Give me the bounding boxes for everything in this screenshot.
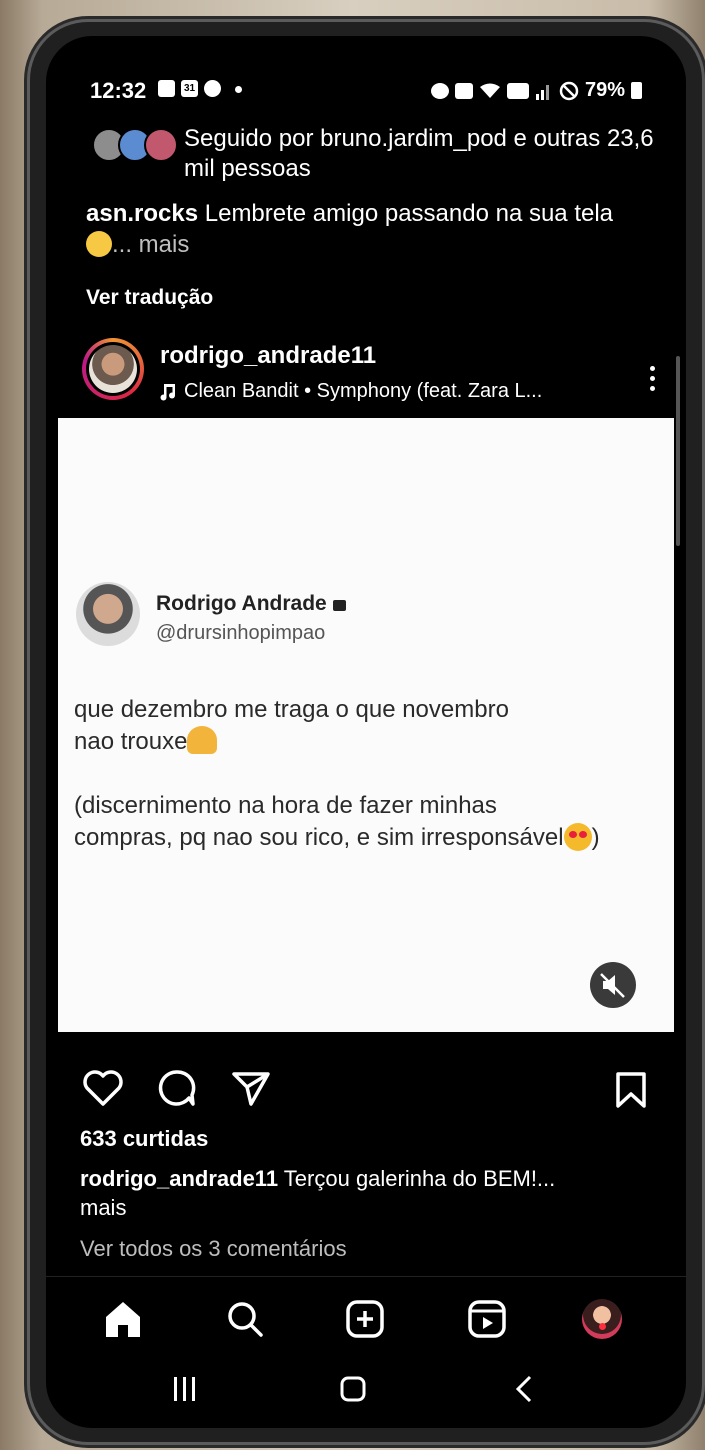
profile-avatar[interactable] <box>582 1299 622 1339</box>
status-notification-icons: 31 <box>158 80 242 97</box>
heart-icon[interactable] <box>82 1068 124 1108</box>
followers-preview[interactable] <box>92 124 178 164</box>
follower-avatar <box>144 128 178 162</box>
system-navigation-bar <box>46 1362 686 1428</box>
volte-icon <box>506 82 529 99</box>
home-button[interactable] <box>338 1374 368 1404</box>
caption-author[interactable]: rodrigo_andrade11 <box>80 1166 278 1191</box>
calendar-icon: 31 <box>181 80 198 97</box>
post-actions <box>82 1068 272 1108</box>
previous-post-caption: asn.rocks Lembrete amigo passando na sua… <box>86 198 676 260</box>
do-not-disturb-icon <box>559 81 579 100</box>
post-music-link[interactable]: Clean Bandit • Symphony (feat. Zara L... <box>160 380 542 403</box>
music-title: Clean Bandit • Symphony (feat. Zara L... <box>184 380 543 402</box>
share-icon[interactable] <box>230 1068 272 1108</box>
likes-count[interactable]: 633 curtidas <box>80 1126 208 1152</box>
speaker-muted-icon <box>600 973 625 998</box>
battery-icon <box>631 82 642 99</box>
praying-hands-emoji-icon <box>187 726 218 754</box>
post-options-icon[interactable] <box>650 366 656 391</box>
recents-button[interactable] <box>170 1374 200 1404</box>
wifi-icon <box>479 83 500 98</box>
reels-icon[interactable] <box>466 1299 508 1339</box>
gallery-icon <box>158 80 175 97</box>
see-translation-link[interactable]: Ver tradução <box>86 286 213 310</box>
tweet-author-avatar <box>76 582 140 646</box>
tweet-text: que dezembro me traga o que novembro nao… <box>74 696 600 851</box>
notification-dot <box>599 1323 606 1330</box>
more-notifications-dot <box>235 86 242 93</box>
status-system-icons: 79% <box>430 79 642 102</box>
create-icon[interactable] <box>344 1299 386 1339</box>
bottom-navigation <box>46 1276 686 1347</box>
app-notification-icon <box>204 80 221 97</box>
grin-emoji-icon <box>86 231 112 257</box>
mute-icon <box>454 82 473 99</box>
followed-by-text[interactable]: Seguido por bruno.jardim_pod e outras 23… <box>184 124 664 184</box>
tweet-author-name: Rodrigo Andrade <box>156 592 346 616</box>
alarm-icon <box>430 82 449 99</box>
signal-icon <box>535 84 549 100</box>
caption-username[interactable]: asn.rocks <box>86 200 198 227</box>
view-comments-link[interactable]: Ver todos os 3 comentários <box>80 1236 347 1262</box>
caption-more-link[interactable]: ... mais <box>112 231 189 258</box>
post-caption: rodrigo_andrade11 Terçou galerinha do BE… <box>80 1164 640 1222</box>
back-button[interactable] <box>510 1374 540 1404</box>
app-screen: 12:32 31 79% Seguido por bruno.jardim_po… <box>46 36 686 1428</box>
follower-avatars <box>92 128 178 164</box>
lock-icon <box>332 600 346 611</box>
post-author-avatar[interactable] <box>82 338 144 400</box>
post-media[interactable]: Rodrigo Andrade @drursinhopimpao que dez… <box>58 418 674 1032</box>
caption-text: Lembrete amigo passando na sua tela <box>198 200 614 227</box>
bookmark-icon[interactable] <box>614 1070 648 1110</box>
caption-more-button[interactable]: mais <box>80 1195 126 1220</box>
tweet-author-handle: @drursinhopimpao <box>156 622 326 644</box>
phone-frame: 12:32 31 79% Seguido por bruno.jardim_po… <box>30 22 702 1442</box>
comment-icon[interactable] <box>156 1068 198 1108</box>
heart-eyes-emoji-icon <box>563 823 592 851</box>
status-time: 12:32 <box>90 78 147 103</box>
audio-muted-button[interactable] <box>590 962 636 1008</box>
caption-body: Terçou galerinha do BEM!... <box>278 1166 556 1191</box>
status-bar: 12:32 31 79% <box>46 36 686 136</box>
music-note-icon <box>160 383 175 400</box>
search-icon[interactable] <box>224 1299 266 1339</box>
post-username[interactable]: rodrigo_andrade11 <box>160 342 376 370</box>
battery-percent: 79% <box>584 79 625 101</box>
home-icon[interactable] <box>102 1299 144 1339</box>
scrollbar[interactable] <box>676 356 680 546</box>
